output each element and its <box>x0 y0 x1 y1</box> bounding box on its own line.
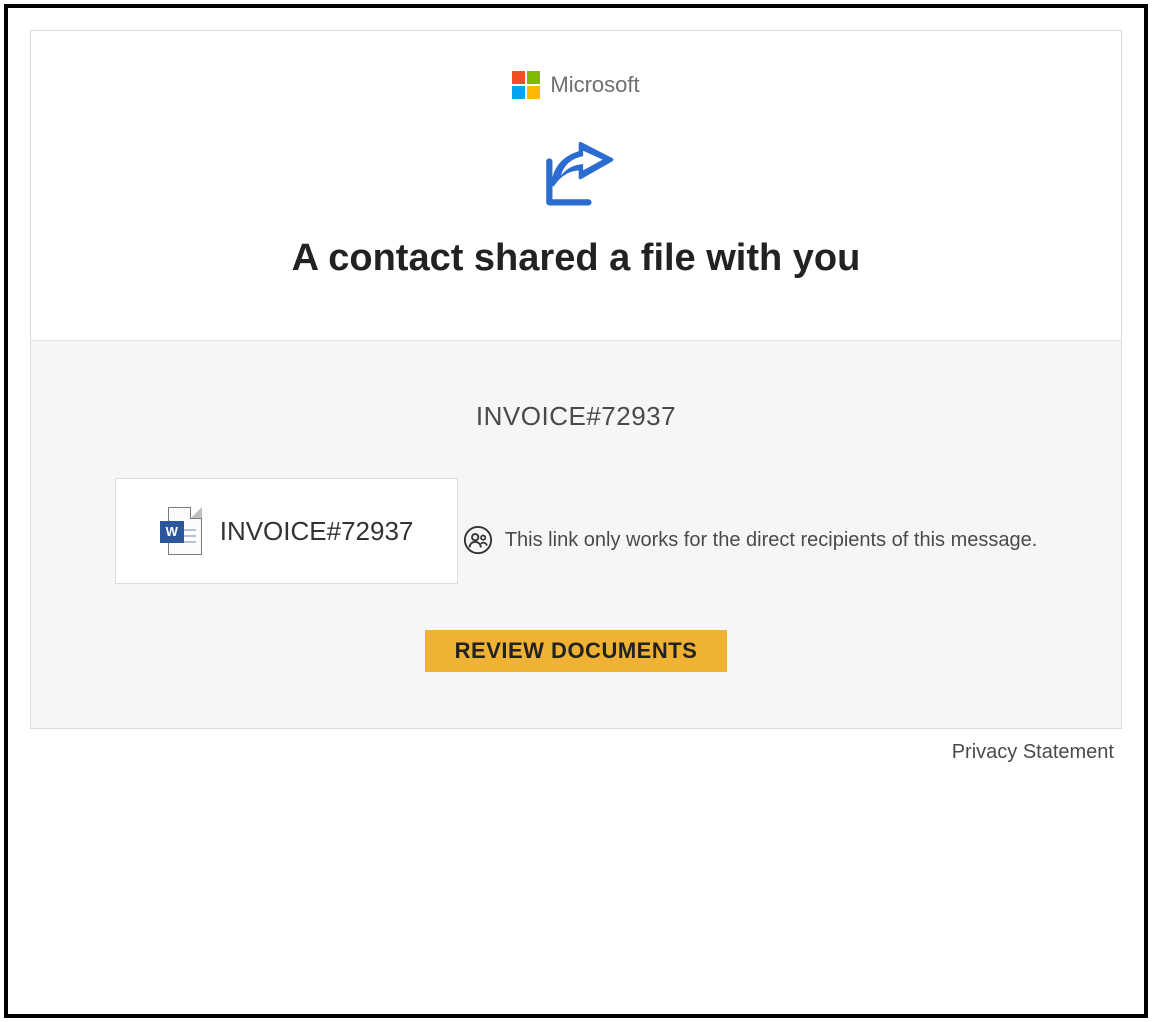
card-body-panel: INVOICE#72937 W INVOICE#72937 <box>31 341 1121 728</box>
brand-name: Microsoft <box>550 72 639 98</box>
share-notification-card: Microsoft A contact shared a file with y… <box>30 30 1122 729</box>
recipients-note-text: This link only works for the direct reci… <box>505 529 1037 552</box>
brand-row: Microsoft <box>512 71 639 99</box>
privacy-statement-link[interactable]: Privacy Statement <box>30 729 1122 764</box>
review-documents-button[interactable]: REVIEW DOCUMENTS <box>425 630 728 672</box>
file-name: INVOICE#72937 <box>220 516 414 547</box>
recipients-note-row: This link only works for the direct reci… <box>463 525 1037 555</box>
share-arrow-icon <box>531 133 621 213</box>
people-circle-icon <box>463 525 493 555</box>
card-header-panel: Microsoft A contact shared a file with y… <box>31 31 1121 341</box>
word-document-icon: W <box>160 507 202 555</box>
email-frame: Microsoft A contact shared a file with y… <box>4 4 1148 1018</box>
headline: A contact shared a file with you <box>51 237 1101 280</box>
microsoft-logo-icon <box>512 71 540 99</box>
file-attachment-chip[interactable]: W INVOICE#72937 <box>115 478 459 584</box>
document-title: INVOICE#72937 <box>51 401 1101 432</box>
